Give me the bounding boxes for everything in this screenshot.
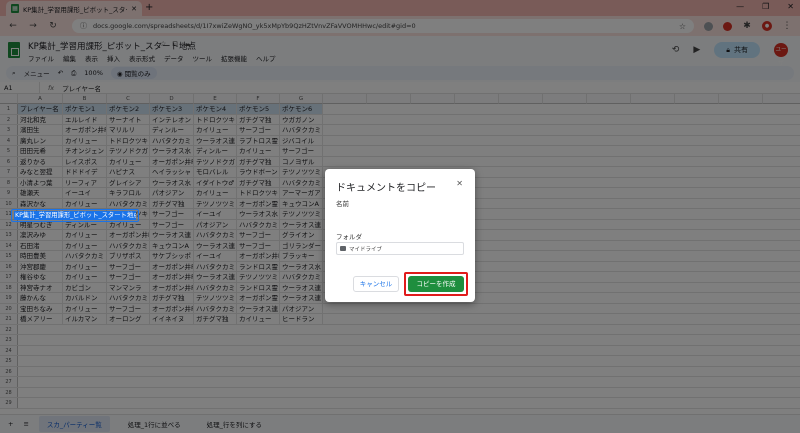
document-name-value: KP集計_学習用課形_ピボット_スタート地点 の <box>14 211 136 220</box>
make-copy-button[interactable]: コピーを作成 <box>408 276 464 292</box>
folder-label: フォルダ <box>336 233 362 241</box>
folder-select[interactable]: マイドライブ <box>336 242 464 255</box>
document-name-input[interactable]: KP集計_学習用課形_ピボット_スタート地点 の <box>11 209 139 222</box>
dialog-title: ドキュメントをコピー <box>336 183 436 194</box>
cancel-button[interactable]: キャンセル <box>353 276 399 292</box>
folder-value: マイドライブ <box>349 246 383 253</box>
folder-icon <box>340 246 346 251</box>
dialog-close-icon[interactable]: ✕ <box>456 179 463 188</box>
name-label: 名前 <box>336 200 349 208</box>
